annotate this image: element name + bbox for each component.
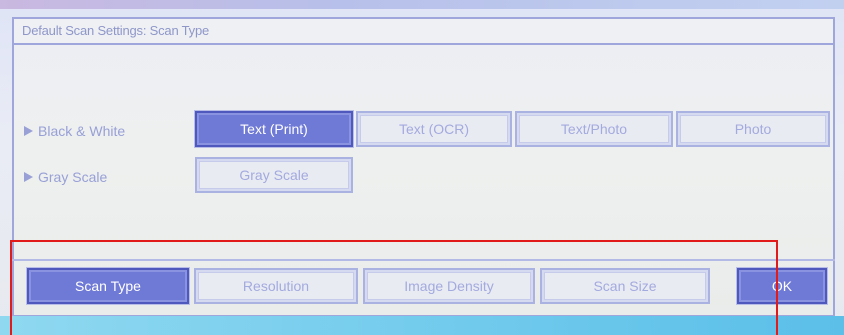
option-text-print-button[interactable]: Text (Print) bbox=[195, 111, 353, 147]
device-screen: Default Scan Settings: Scan Type Black &… bbox=[0, 0, 844, 335]
ok-button[interactable]: OK bbox=[737, 268, 827, 304]
tab-resolution[interactable]: Resolution bbox=[194, 268, 358, 304]
arrow-right-icon bbox=[24, 126, 33, 136]
page-title: Default Scan Settings: Scan Type bbox=[22, 23, 210, 38]
tab-scan-type[interactable]: Scan Type bbox=[27, 268, 189, 304]
option-photo-button[interactable]: Photo bbox=[676, 111, 830, 147]
option-text-ocr-button[interactable]: Text (OCR) bbox=[356, 111, 512, 147]
row-label-text: Gray Scale bbox=[38, 169, 108, 185]
top-strip bbox=[0, 0, 844, 9]
option-text-photo-button[interactable]: Text/Photo bbox=[515, 111, 673, 147]
row-label-black-white: Black & White bbox=[24, 123, 125, 139]
option-gray-scale-button[interactable]: Gray Scale bbox=[195, 157, 353, 193]
tab-image-density[interactable]: Image Density bbox=[363, 268, 535, 304]
row-label-text: Black & White bbox=[38, 123, 126, 139]
tab-scan-size[interactable]: Scan Size bbox=[540, 268, 710, 304]
row-label-gray-scale: Gray Scale bbox=[24, 169, 107, 185]
bottom-strip bbox=[0, 316, 844, 335]
arrow-right-icon bbox=[24, 172, 33, 182]
